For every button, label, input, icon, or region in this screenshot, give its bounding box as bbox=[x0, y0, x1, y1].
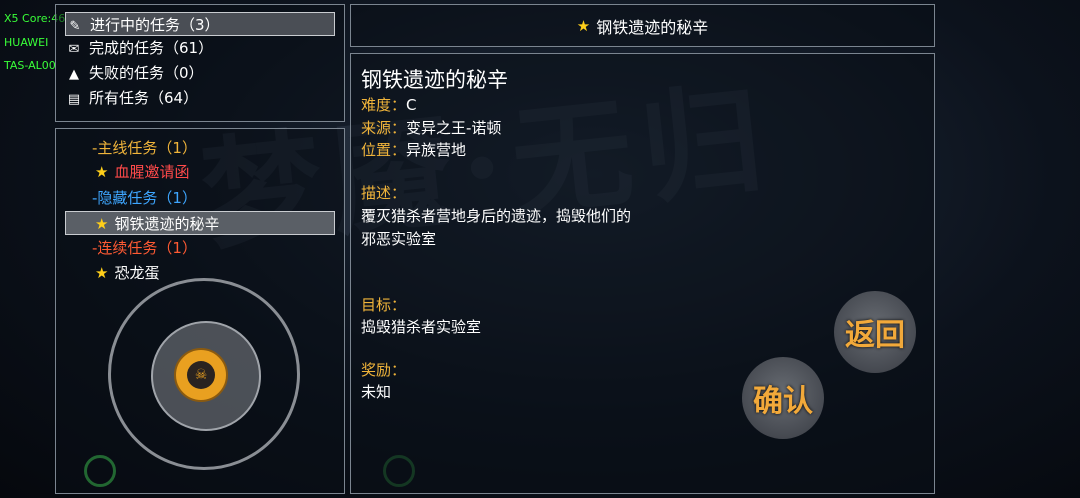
joystick-knob[interactable]: ☠ bbox=[174, 348, 228, 402]
quest-label: 钢铁遗迹的秘辛 bbox=[114, 215, 220, 233]
quest-label: 恐龙蛋 bbox=[114, 264, 160, 282]
location-label: 位置： bbox=[361, 141, 407, 159]
location-row: 位置：异族营地 bbox=[361, 139, 466, 160]
category-completed[interactable]: ✉ 完成的任务（61） bbox=[65, 36, 214, 60]
source-label: 来源： bbox=[361, 119, 407, 137]
difficulty-label: 难度： bbox=[361, 96, 407, 114]
open-book-icon: ▤ bbox=[67, 92, 81, 107]
category-label: 失败的任务（0） bbox=[89, 64, 204, 82]
objective-value: 捣毁猎杀者实验室 bbox=[361, 318, 482, 336]
objective-label: 目标： bbox=[361, 296, 407, 314]
source-row: 来源：变异之王-诺顿 bbox=[361, 117, 501, 138]
category-label: 进行中的任务（3） bbox=[90, 16, 220, 34]
description-line2: 邪恶实验室 bbox=[361, 230, 437, 248]
description-label: 描述： bbox=[361, 184, 407, 202]
source-value: 变异之王-诺顿 bbox=[406, 119, 502, 137]
quest-item-bloody-invitation[interactable]: ★ 血腥邀请函 bbox=[95, 160, 189, 184]
reward-label: 奖励： bbox=[361, 361, 407, 379]
system-info-brand: HUAWEI bbox=[4, 36, 49, 49]
quest-item-dinosaur-egg[interactable]: ★ 恐龙蛋 bbox=[95, 261, 159, 285]
group-hidden-quests[interactable]: -隐藏任务（1） bbox=[92, 186, 197, 210]
group-chain-quests[interactable]: -连续任务（1） bbox=[92, 236, 197, 260]
detail-header-title: 钢铁遗迹的秘辛 bbox=[596, 17, 709, 37]
description-line1: 覆灭猎杀者营地身后的遗迹，捣毁他们的 bbox=[361, 207, 632, 225]
star-icon: ★ bbox=[95, 264, 109, 282]
category-label: 所有任务（64） bbox=[89, 89, 199, 107]
back-button[interactable]: 返回 bbox=[834, 291, 916, 373]
difficulty-value: C bbox=[406, 96, 417, 114]
reward-value: 未知 bbox=[361, 383, 392, 401]
star-icon: ★ bbox=[95, 163, 109, 181]
category-failed[interactable]: ▲ 失败的任务（0） bbox=[65, 61, 204, 85]
category-in-progress[interactable]: ✎ 进行中的任务（3） bbox=[65, 12, 335, 36]
demon-face-icon: ☠ bbox=[187, 361, 215, 389]
confirm-button[interactable]: 确认 bbox=[742, 357, 824, 439]
system-info-model: TAS-AL00 bbox=[4, 59, 56, 72]
group-main-quests[interactable]: -主线任务（1） bbox=[92, 136, 197, 160]
detail-title: 钢铁遗迹的秘辛 bbox=[361, 68, 508, 92]
star-icon: ★ bbox=[576, 16, 591, 35]
category-all[interactable]: ▤ 所有任务（64） bbox=[65, 86, 198, 110]
quest-item-steel-ruins[interactable]: ★ 钢铁遗迹的秘辛 bbox=[65, 211, 335, 235]
swirl-icon bbox=[84, 455, 116, 487]
star-icon: ★ bbox=[95, 215, 109, 233]
quest-label: 血腥邀请函 bbox=[114, 163, 190, 181]
location-value: 异族营地 bbox=[406, 141, 467, 159]
difficulty-row: 难度：C bbox=[361, 94, 417, 115]
detail-header: ★ 钢铁遗迹的秘辛 bbox=[350, 4, 935, 47]
broken-flask-icon: ▲ bbox=[69, 67, 79, 82]
category-label: 完成的任务（61） bbox=[89, 39, 214, 57]
rolled-scroll-icon: ✉ bbox=[68, 42, 80, 57]
